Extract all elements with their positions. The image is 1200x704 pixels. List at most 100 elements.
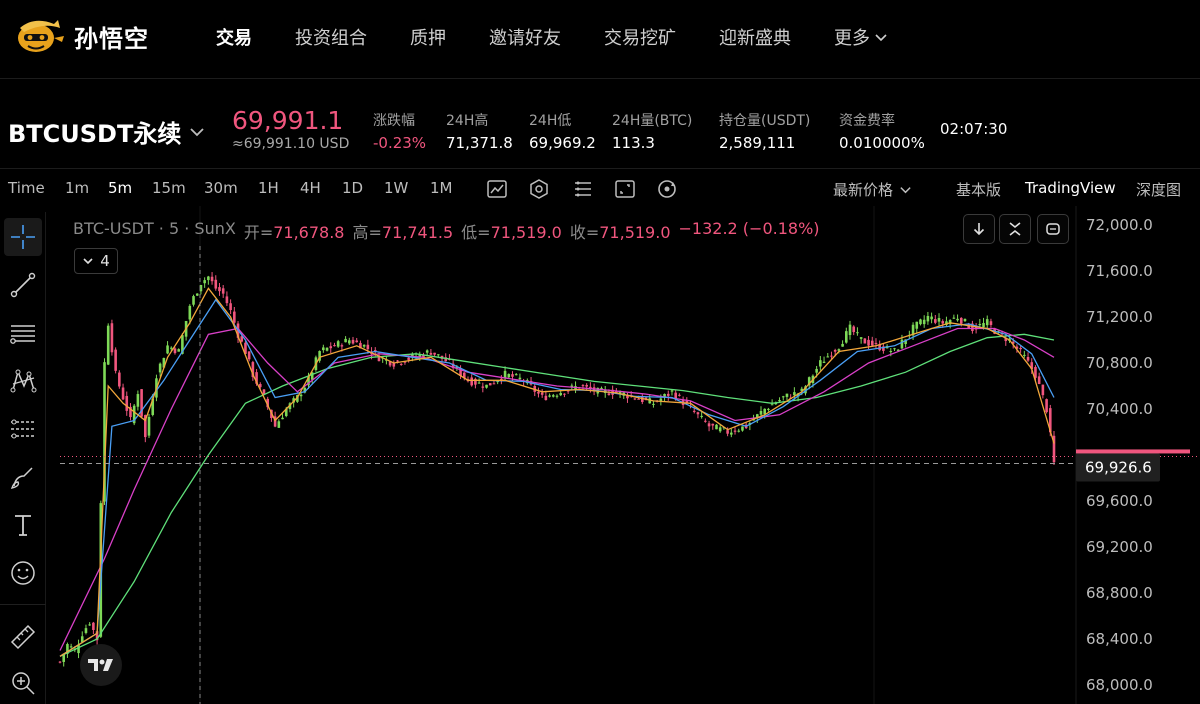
interval-1w[interactable]: 1W bbox=[384, 179, 408, 197]
candle-body bbox=[1045, 399, 1048, 413]
fib-tool[interactable] bbox=[4, 410, 42, 448]
candle-body bbox=[477, 382, 481, 384]
fullscreen-icon[interactable] bbox=[614, 178, 636, 200]
view-depth[interactable]: 深度图 bbox=[1136, 179, 1181, 200]
chart-type-icon[interactable] bbox=[486, 178, 508, 200]
arrow-down-icon bbox=[973, 223, 985, 236]
y-axis-tick: 69,200.0 bbox=[1086, 538, 1153, 556]
nav-item-staking[interactable]: 质押 bbox=[410, 24, 446, 50]
legend-low: 71,519.0 bbox=[490, 223, 562, 242]
stat-value: -0.23% bbox=[373, 134, 427, 152]
candle-body bbox=[214, 279, 218, 289]
brush-icon bbox=[10, 467, 33, 489]
candle-body bbox=[355, 340, 359, 343]
collapse-button[interactable] bbox=[999, 214, 1031, 244]
interval-30m[interactable]: 30m bbox=[204, 179, 238, 197]
price-chart[interactable]: 72,000.0 71,600.0 71,200.0 70,800.0 70,400.0… bbox=[46, 206, 1200, 704]
interval-1m[interactable]: 1m bbox=[65, 179, 89, 197]
candle-body bbox=[759, 411, 763, 415]
candle-body bbox=[195, 293, 199, 296]
candle-body bbox=[333, 345, 336, 347]
candle-body bbox=[833, 349, 837, 352]
indicators-list-icon[interactable] bbox=[572, 178, 594, 200]
tradingview-logo[interactable] bbox=[80, 644, 122, 686]
candle-body bbox=[503, 370, 507, 378]
candle-body bbox=[900, 339, 904, 349]
symbol-selector[interactable]: BTCUSDT永续 bbox=[8, 114, 207, 149]
candle-body bbox=[366, 344, 370, 350]
y-axis-tick: 72,000.0 bbox=[1086, 216, 1153, 234]
candle-body bbox=[340, 345, 344, 347]
y-axis-tick: 70,400.0 bbox=[1086, 400, 1153, 418]
brush-tool[interactable] bbox=[4, 458, 42, 496]
y-axis-tick: 71,600.0 bbox=[1086, 262, 1153, 280]
candle-body bbox=[1037, 376, 1041, 385]
indicators-toggle[interactable]: 4 bbox=[74, 248, 118, 274]
nav-item-trade-mining[interactable]: 交易挖矿 bbox=[604, 24, 676, 50]
nav-item-portfolio[interactable]: 投资组合 bbox=[295, 24, 367, 50]
candle-body bbox=[841, 343, 844, 347]
measure-tool[interactable] bbox=[4, 618, 42, 656]
nav-item-welcome-event[interactable]: 迎新盛典 bbox=[719, 24, 791, 50]
text-tool[interactable] bbox=[4, 506, 42, 544]
nav-divider bbox=[0, 78, 1200, 79]
candle-body bbox=[767, 408, 770, 410]
view-tradingview[interactable]: TradingView bbox=[1025, 179, 1116, 197]
candle-body bbox=[322, 347, 325, 351]
emoji-tool[interactable] bbox=[4, 554, 42, 592]
monkey-king-logo-icon bbox=[18, 20, 64, 52]
y-axis-tick: 71,200.0 bbox=[1086, 308, 1153, 326]
candle-body bbox=[930, 316, 933, 320]
collapse-icon bbox=[1009, 222, 1021, 236]
interval-15m[interactable]: 15m bbox=[152, 179, 186, 197]
candle-body bbox=[985, 319, 989, 326]
smiley-icon bbox=[11, 561, 35, 585]
candle-body bbox=[563, 393, 566, 395]
expand-icon bbox=[1046, 223, 1060, 235]
price-type-selector[interactable]: 最新价格 bbox=[833, 179, 912, 200]
view-basic[interactable]: 基本版 bbox=[956, 179, 1001, 200]
candle-body bbox=[203, 280, 206, 284]
scroll-down-button[interactable] bbox=[963, 214, 995, 244]
interval-1m-month[interactable]: 1M bbox=[430, 179, 453, 197]
interval-1h[interactable]: 1H bbox=[258, 179, 279, 197]
candle-body bbox=[425, 350, 429, 353]
candle-body bbox=[537, 391, 540, 394]
interval-time[interactable]: Time bbox=[8, 179, 45, 197]
reset-chart-icon[interactable] bbox=[656, 178, 678, 200]
chevron-down-icon bbox=[900, 187, 911, 194]
candle-body bbox=[737, 430, 741, 432]
crosshair-tool[interactable] bbox=[4, 218, 42, 256]
fullscreen-button[interactable] bbox=[1037, 214, 1069, 244]
parallel-channel-tool[interactable] bbox=[4, 314, 42, 352]
candle-body bbox=[158, 363, 162, 373]
candle-body bbox=[336, 341, 340, 347]
candle-body bbox=[514, 374, 518, 376]
settings-icon[interactable] bbox=[528, 178, 550, 200]
candle-body bbox=[581, 385, 585, 387]
nav-item-referral[interactable]: 邀请好友 bbox=[489, 24, 561, 50]
candle-body bbox=[852, 326, 856, 333]
candle-body bbox=[856, 332, 859, 334]
trend-line-tool[interactable] bbox=[4, 266, 42, 304]
candle-body bbox=[1023, 354, 1026, 356]
candle-body bbox=[1026, 356, 1030, 361]
zoom-tool[interactable] bbox=[4, 664, 42, 702]
candle-body bbox=[555, 395, 559, 397]
candle-body bbox=[485, 384, 488, 388]
ticker-divider bbox=[0, 168, 1200, 169]
nav-item-more[interactable]: 更多 bbox=[834, 24, 888, 50]
nav-item-trade[interactable]: 交易 bbox=[216, 24, 252, 50]
brand[interactable]: 孙悟空 bbox=[14, 14, 149, 58]
candle-body bbox=[785, 393, 789, 397]
candle-body bbox=[915, 321, 919, 329]
interval-4h[interactable]: 4H bbox=[300, 179, 321, 197]
usd-price: ≈69,991.10 USD bbox=[232, 136, 350, 152]
chart-area[interactable]: 72,000.0 71,600.0 71,200.0 70,800.0 70,400.0… bbox=[46, 206, 1200, 704]
pattern-tool[interactable] bbox=[4, 362, 42, 400]
legend-high: 71,741.5 bbox=[381, 223, 454, 242]
interval-1d[interactable]: 1D bbox=[342, 179, 363, 197]
candle-body bbox=[399, 363, 403, 365]
candle-body bbox=[84, 628, 88, 633]
interval-5m[interactable]: 5m bbox=[108, 179, 132, 197]
